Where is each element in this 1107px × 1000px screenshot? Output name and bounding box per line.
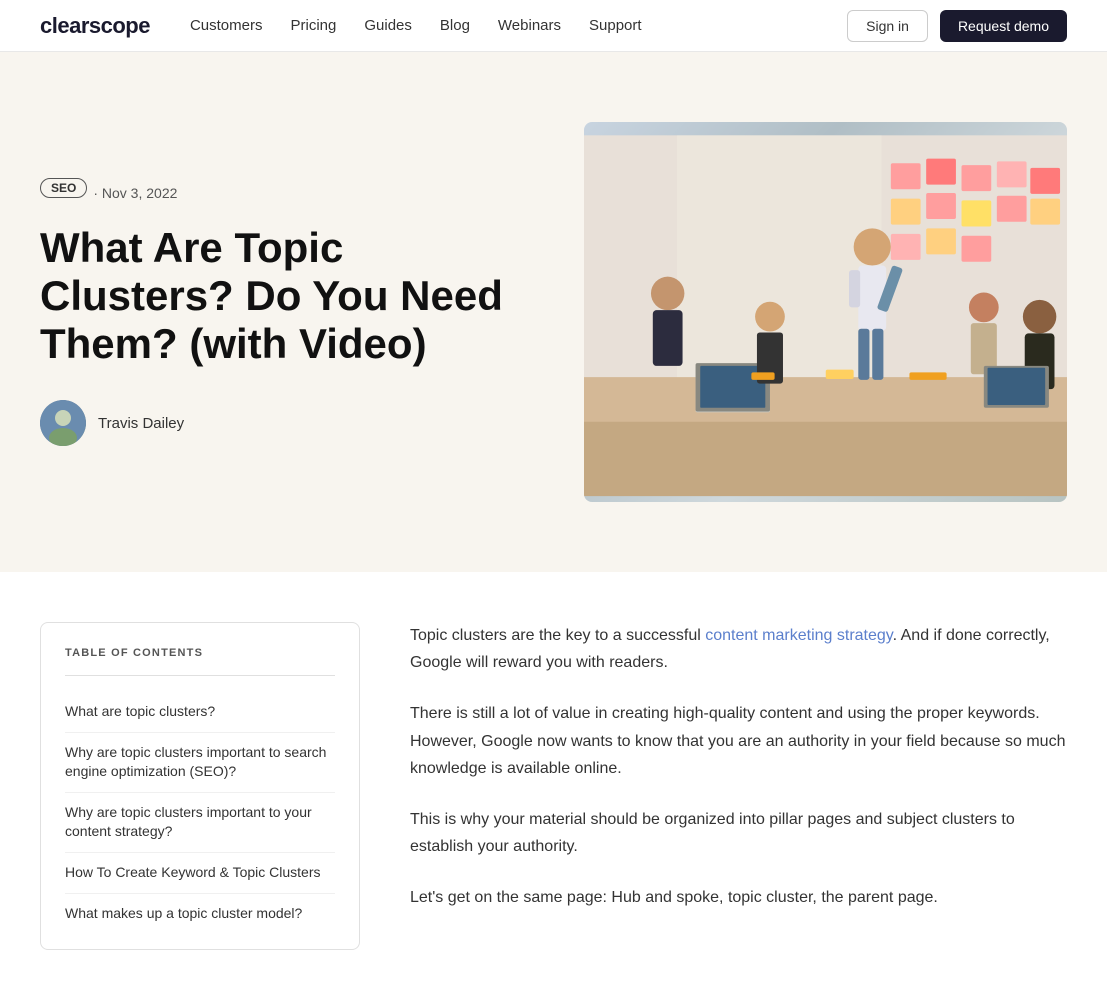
list-item: Why are topic clusters important to sear… xyxy=(65,733,335,793)
toc-link-4[interactable]: How To Create Keyword & Topic Clusters xyxy=(65,863,335,883)
list-item: What are topic clusters? xyxy=(65,692,335,733)
main-nav: clearscope Customers Pricing Guides Blog… xyxy=(0,0,1107,52)
avatar xyxy=(40,400,86,446)
list-item: What makes up a topic cluster model? xyxy=(65,894,335,934)
article-body: Topic clusters are the key to a successf… xyxy=(410,622,1067,950)
toc-link-2[interactable]: Why are topic clusters important to sear… xyxy=(65,743,335,782)
nav-blog[interactable]: Blog xyxy=(440,17,470,34)
nav-links: Customers Pricing Guides Blog Webinars S… xyxy=(190,17,847,35)
hero-date: · Nov 3, 2022 xyxy=(93,185,177,201)
article-para-2: There is still a lot of value in creatin… xyxy=(410,700,1067,782)
content-marketing-link[interactable]: content marketing strategy xyxy=(705,627,892,644)
signin-button[interactable]: Sign in xyxy=(847,10,928,42)
hero-illustration xyxy=(584,122,1068,502)
toc-link-1[interactable]: What are topic clusters? xyxy=(65,702,335,722)
nav-guides[interactable]: Guides xyxy=(364,17,412,34)
seo-badge[interactable]: SEO xyxy=(40,178,87,198)
toc-link-5[interactable]: What makes up a topic cluster model? xyxy=(65,904,335,924)
author-name: Travis Dailey xyxy=(98,415,184,432)
list-item: How To Create Keyword & Topic Clusters xyxy=(65,853,335,894)
list-item: Why are topic clusters important to your… xyxy=(65,793,335,853)
nav-webinars[interactable]: Webinars xyxy=(498,17,561,34)
hero-left: SEO · Nov 3, 2022 What Are Topic Cluster… xyxy=(40,178,524,447)
hero-title: What Are Topic Clusters? Do You Need The… xyxy=(40,224,524,369)
hero-meta: SEO · Nov 3, 2022 xyxy=(40,178,524,208)
main-content: TABLE OF CONTENTS What are topic cluster… xyxy=(0,572,1107,1000)
hero-section: SEO · Nov 3, 2022 What Are Topic Cluster… xyxy=(0,52,1107,572)
article-para-4: Let's get on the same page: Hub and spok… xyxy=(410,884,1067,911)
toc-list: What are topic clusters? Why are topic c… xyxy=(65,692,335,933)
para1-before-link: Topic clusters are the key to a successf… xyxy=(410,627,705,644)
nav-actions: Sign in Request demo xyxy=(847,10,1067,42)
article-para-1: Topic clusters are the key to a successf… xyxy=(410,622,1067,676)
hero-author: Travis Dailey xyxy=(40,400,524,446)
toc-box: TABLE OF CONTENTS What are topic cluster… xyxy=(40,622,360,950)
toc-link-3[interactable]: Why are topic clusters important to your… xyxy=(65,803,335,842)
nav-pricing[interactable]: Pricing xyxy=(291,17,337,34)
nav-support[interactable]: Support xyxy=(589,17,642,34)
article-para-3: This is why your material should be orga… xyxy=(410,806,1067,860)
request-demo-button[interactable]: Request demo xyxy=(940,10,1067,42)
nav-customers[interactable]: Customers xyxy=(190,17,263,34)
hero-image-container xyxy=(584,122,1068,502)
hero-image xyxy=(584,122,1068,502)
toc-sidebar: TABLE OF CONTENTS What are topic cluster… xyxy=(40,622,360,950)
toc-title: TABLE OF CONTENTS xyxy=(65,647,335,676)
logo[interactable]: clearscope xyxy=(40,13,150,39)
